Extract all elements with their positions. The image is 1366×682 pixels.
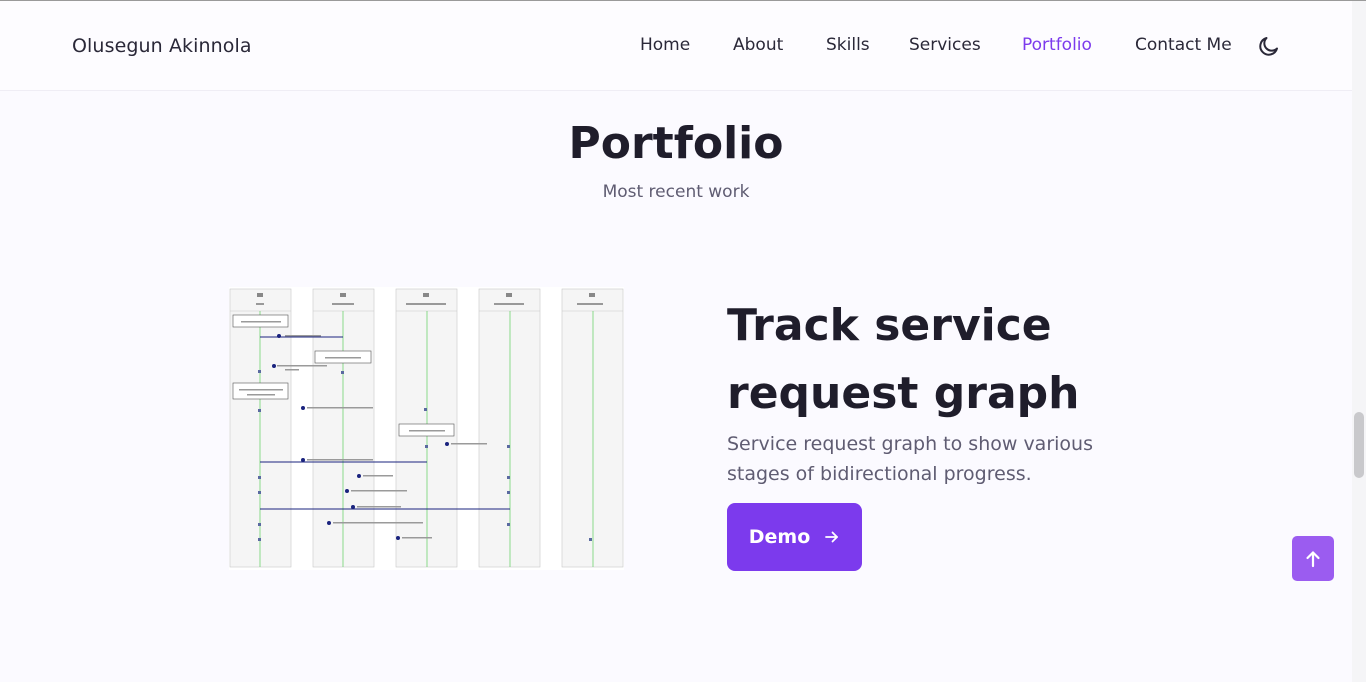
nav-services[interactable]: Services — [909, 35, 981, 55]
moon-icon[interactable] — [1257, 34, 1281, 58]
arrow-up-icon — [1306, 550, 1320, 567]
nav-home[interactable]: Home — [640, 35, 690, 55]
section-title: Portfolio — [568, 118, 784, 169]
scrollbar-thumb[interactable] — [1354, 412, 1364, 478]
nav-skills[interactable]: Skills — [826, 35, 870, 55]
nav-contact[interactable]: Contact Me — [1135, 35, 1232, 55]
brand-logo-text[interactable]: Olusegun Akinnola — [72, 35, 252, 57]
scroll-up-button[interactable] — [1292, 536, 1334, 581]
project-description: Service request graph to show various st… — [727, 433, 1093, 485]
nav-about[interactable]: About — [733, 35, 783, 55]
demo-button[interactable]: Demo — [727, 503, 862, 571]
site-header: Olusegun Akinnola Home About Skills Serv… — [0, 1, 1352, 91]
arrow-right-icon — [825, 531, 839, 543]
project-image — [229, 287, 624, 570]
nav-portfolio[interactable]: Portfolio — [1022, 35, 1092, 55]
demo-button-label: Demo — [748, 526, 811, 548]
scrollbar-track[interactable] — [1352, 1, 1366, 682]
project-title: Track service request graph — [727, 300, 1080, 419]
section-subtitle: Most recent work — [602, 182, 750, 202]
